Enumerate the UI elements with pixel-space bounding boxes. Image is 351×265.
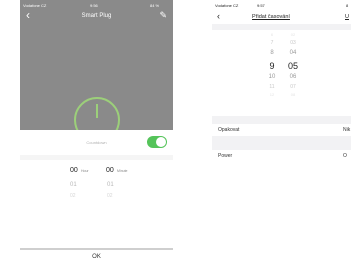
status-time: 9:57 — [257, 3, 265, 8]
countdown-picker[interactable]: 00 Hour 00 Minute 01 01 02 02 — [20, 160, 173, 248]
hour-next2: 02 — [70, 193, 76, 199]
ok-button[interactable]: OK — [20, 248, 173, 265]
minute-option: 04 — [289, 50, 297, 56]
minute-option: 07 — [290, 84, 296, 90]
minute-next: 01 — [107, 182, 114, 188]
hour-unit: Hour — [81, 169, 89, 173]
empty-area — [212, 162, 351, 265]
page-title: Přidat časování — [252, 14, 290, 20]
hour-option: 11 — [269, 84, 275, 90]
power-stem-icon — [96, 104, 98, 118]
minute-option: 03 — [290, 40, 296, 46]
edit-pencil-icon[interactable]: ✎ — [159, 10, 167, 20]
hour-value: 00 — [70, 167, 78, 174]
status-time: 9:56 — [90, 3, 98, 8]
selected-minute: 05 — [287, 61, 298, 71]
hour-option: 12 — [269, 92, 275, 97]
minute-option: 06 — [289, 74, 297, 80]
hour-next: 01 — [70, 182, 77, 188]
status-bar: Vodafone CZ 9:56 84 % — [20, 0, 173, 10]
page-title: Smart Plug — [81, 13, 112, 19]
hour-option: 8 — [270, 50, 274, 56]
status-bar: Vodafone CZ 9:57 8 — [212, 0, 351, 10]
hour-option: 10 — [268, 74, 276, 80]
hour-option: 6 — [270, 32, 274, 37]
battery-text: 8 — [346, 3, 349, 8]
minute-value: 00 — [106, 167, 114, 174]
power-row[interactable]: Power O — [212, 150, 351, 162]
repeat-value: Nik — [343, 127, 351, 133]
minute-option: 02 — [290, 32, 296, 37]
repeat-label: Opakovat — [218, 127, 240, 133]
countdown-toggle[interactable] — [147, 136, 167, 148]
minute-next2: 02 — [107, 193, 113, 199]
save-button[interactable]: U — [345, 14, 349, 20]
add-timer-screen: Vodafone CZ 9:57 8 ‹ Přidat časování U 6… — [212, 0, 351, 265]
repeat-row[interactable]: Opakovat Nik — [212, 124, 351, 136]
selected-hour: 9 — [269, 61, 275, 71]
minute-option: 08 — [290, 92, 296, 97]
minute-unit: Minute — [117, 169, 128, 173]
hour-option: 7 — [270, 40, 274, 46]
countdown-row: Countdown — [20, 130, 173, 155]
time-picker[interactable]: 6 7 8 9 10 11 12 02 03 04 05 06 07 08 — [212, 30, 351, 116]
carrier: Vodafone CZ — [215, 3, 239, 8]
nav-bar: ‹ Přidat časování U — [212, 10, 351, 24]
toggle-knob — [156, 137, 166, 147]
power-label: Power — [218, 153, 233, 159]
battery-text: 84 % — [150, 3, 160, 8]
smart-plug-screen: Vodafone CZ 9:56 84 % ‹ Smart Plug ✎ Cou… — [20, 0, 173, 265]
power-value: O — [343, 153, 347, 159]
